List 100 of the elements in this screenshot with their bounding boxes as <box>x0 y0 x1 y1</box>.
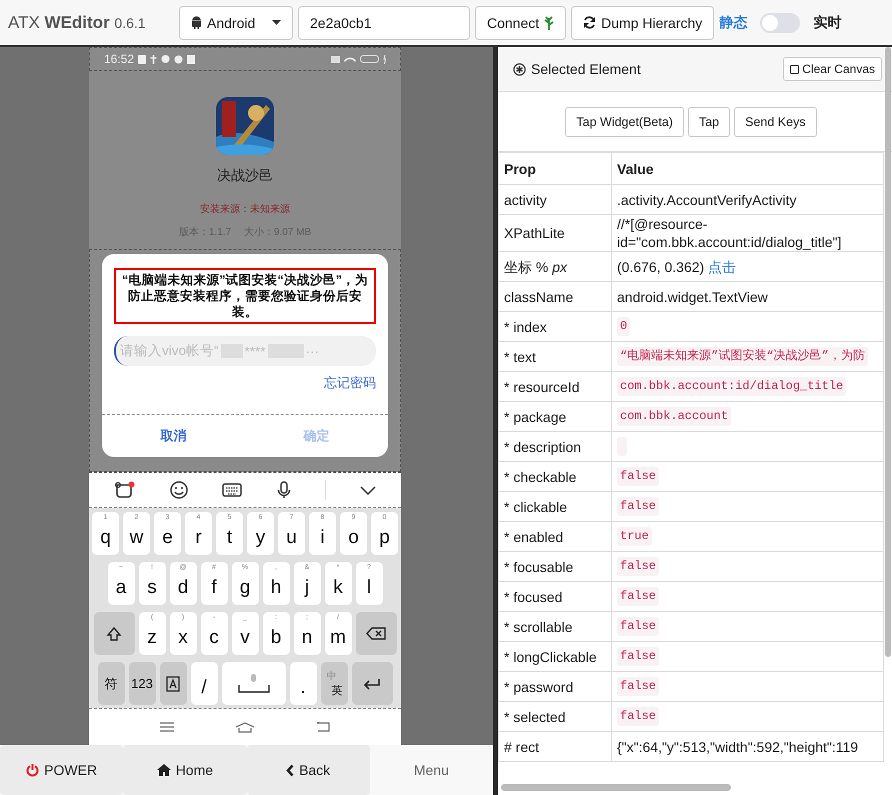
panel-title: Selected Element <box>513 61 641 77</box>
value-code: false <box>617 497 660 516</box>
platform-dropdown[interactable]: Android <box>179 6 293 40</box>
value-code: false <box>617 677 660 696</box>
language-key[interactable]: 中 英 <box>320 662 348 705</box>
column-header: Prop <box>498 152 612 184</box>
checkbox-icon <box>790 64 800 74</box>
refresh-icon <box>583 16 596 29</box>
battery-icon <box>360 55 379 63</box>
wifi-icon <box>344 56 356 62</box>
value-code: false <box>617 467 660 486</box>
value-code: 0 <box>617 317 630 336</box>
app-name: 决战沙邑 <box>217 167 273 185</box>
chevron-down-icon[interactable] <box>360 486 376 494</box>
android-icon <box>191 16 202 29</box>
caps-key[interactable] <box>160 662 186 705</box>
column-header: Value <box>612 152 884 184</box>
value-code: false <box>617 617 660 636</box>
action-button[interactable]: Send Keys <box>734 106 817 136</box>
prop-cell: className <box>498 282 612 312</box>
prop-cell: # rect <box>498 732 612 762</box>
prop-cell: XPathLite <box>498 214 612 252</box>
power-icon <box>26 763 40 777</box>
home-button[interactable]: Home <box>123 745 246 795</box>
prop-cell: * checkable <box>498 462 612 492</box>
prop-cell: * scrollable <box>498 612 612 642</box>
cancel-button[interactable]: 取消 <box>102 415 245 457</box>
boxed-letter-icon <box>166 676 180 692</box>
value-cell: //*[@resource- id="com.bbk.account:id/dialog_title"] <box>612 214 884 252</box>
chevron-left-icon <box>286 764 294 776</box>
value-code: false <box>617 707 660 726</box>
value-code: com.bbk.account <box>617 407 732 426</box>
prop-cell: * resourceId <box>498 372 612 402</box>
value-cell: (0.676, 0.362) <box>617 258 704 274</box>
enter-key[interactable] <box>352 662 392 705</box>
space-bar-icon <box>236 672 272 694</box>
space-key[interactable] <box>222 662 286 705</box>
prop-cell: * focused <box>498 582 612 612</box>
prop-cell: * clickable <box>498 492 612 522</box>
prop-cell: * description <box>498 432 612 462</box>
home-icon <box>156 764 171 776</box>
status-time: 16:52 <box>104 52 134 66</box>
home-icon[interactable] <box>234 722 255 732</box>
power-button[interactable]: POWER <box>0 745 124 795</box>
dialog-title[interactable]: “电脑端未知来源”试图安装“决战沙邑”，为防止恶意安装程序，需要您验证身份后安装。 <box>114 268 376 324</box>
enter-arrow-icon <box>363 678 381 690</box>
click-link[interactable]: 点击 <box>708 258 736 274</box>
caret-icon <box>272 20 281 25</box>
keyboard-key[interactable]: 符 <box>98 662 124 705</box>
action-button[interactable]: Tap <box>688 106 730 136</box>
prop-cell: * selected <box>498 702 612 732</box>
emoji-icon[interactable] <box>170 481 188 499</box>
back-icon[interactable] <box>316 722 330 732</box>
value-code: “电脑端未知来源”试图安装“决战沙邑”，为防 <box>617 347 868 366</box>
static-mode-label[interactable]: 静态 <box>719 14 748 32</box>
dump-hierarchy-button[interactable]: Dump Hierarchy <box>571 6 714 40</box>
value-code: false <box>617 587 660 606</box>
charging-icon <box>383 54 386 64</box>
prop-cell: * package <box>498 402 612 432</box>
install-source: 安装来源：未知来源 <box>200 202 290 216</box>
prop-cell: * password <box>498 672 612 702</box>
back-button[interactable]: Back <box>246 745 370 795</box>
vertical-scrollbar[interactable] <box>885 47 891 657</box>
value-cell: .activity.AccountVerifyActivity <box>612 184 884 214</box>
clear-canvas-button[interactable]: Clear Canvas <box>783 57 882 81</box>
keyboard-key[interactable]: / <box>190 662 218 705</box>
prop-cell: * text <box>498 342 612 372</box>
keyboard-key[interactable]: 123 <box>128 662 156 705</box>
serial-input[interactable]: 2e2a0cb1 <box>298 6 470 40</box>
horizontal-scrollbar[interactable] <box>501 784 731 791</box>
prop-cell: 坐标 % px <box>498 252 612 282</box>
forgot-password-link[interactable]: 忘记密码 <box>324 374 376 392</box>
backspace-key[interactable] <box>356 612 396 655</box>
value-code: com.bbk.account:id/dialog_title <box>617 377 846 396</box>
menu-button[interactable]: Menu <box>370 745 493 795</box>
live-mode-label[interactable]: 实时 <box>813 14 842 32</box>
value-code: false <box>617 557 660 576</box>
prop-cell: activity <box>498 184 612 214</box>
prop-cell: * enabled <box>498 522 612 552</box>
keyboard-key[interactable]: . <box>290 662 316 705</box>
prop-cell: * index <box>498 312 612 342</box>
menu-icon[interactable] <box>160 722 174 732</box>
app-title: ATX WEditor 0.6.1 <box>8 12 147 32</box>
connect-button[interactable]: Connect <box>475 6 566 40</box>
backspace-icon <box>366 627 386 640</box>
value-cell: android.widget.TextView <box>612 282 884 312</box>
shift-key[interactable] <box>94 612 134 655</box>
value-code: true <box>617 527 652 546</box>
leaf-icon <box>544 15 554 30</box>
keyboard-icon[interactable] <box>222 483 242 497</box>
asterisk-circle-icon <box>513 62 526 76</box>
action-button[interactable]: Tap Widget(Beta) <box>565 106 684 136</box>
value-cell: {"x":64,"y":513,"width":592,"height":119 <box>612 732 884 762</box>
prop-cell: * focusable <box>498 552 612 582</box>
value-code: false <box>617 647 660 666</box>
mode-switch[interactable] <box>760 12 800 32</box>
arrow-up-icon <box>106 626 122 642</box>
microphone-icon[interactable] <box>276 481 291 499</box>
prop-cell: * longClickable <box>498 642 612 672</box>
bear-logo-icon[interactable] <box>114 481 136 499</box>
